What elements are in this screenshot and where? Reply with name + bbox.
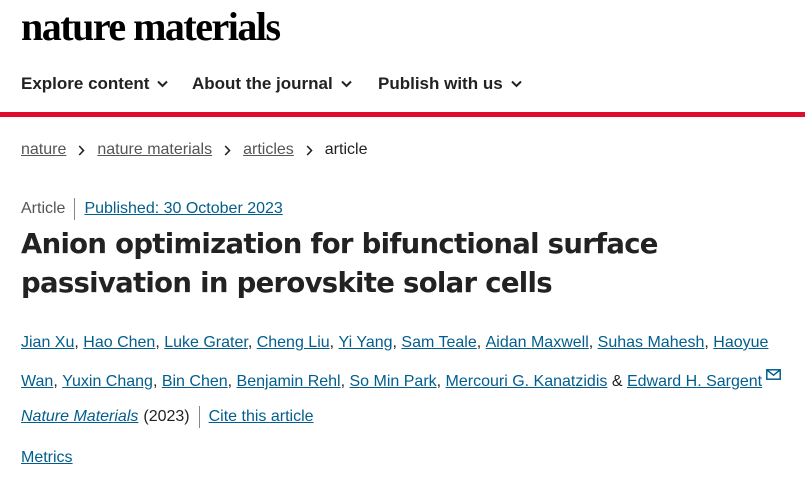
author-separator: ,: [74, 334, 84, 351]
author-item: Suhas Mahesh,: [598, 334, 714, 351]
breadcrumb-nature[interactable]: nature: [21, 141, 66, 159]
author-item: Aidan Maxwell,: [486, 334, 598, 351]
nav-label: Publish with us: [378, 74, 503, 93]
nav-about-journal[interactable]: About the journal: [192, 66, 352, 102]
header-accent-bar: [0, 112, 805, 117]
author-link[interactable]: Jian Xu: [21, 334, 74, 351]
author-link[interactable]: Suhas Mahesh: [598, 334, 705, 351]
author-separator: ,: [227, 373, 237, 390]
breadcrumb-articles[interactable]: articles: [243, 141, 294, 159]
author-link[interactable]: Yi Yang: [339, 334, 393, 351]
nav-label: About the journal: [192, 74, 333, 93]
cite-article-link[interactable]: Cite this article: [209, 408, 314, 426]
author-separator: ,: [155, 334, 165, 351]
author-link[interactable]: Yuxin Chang: [62, 373, 153, 390]
author-item: Jian Xu,: [21, 334, 83, 351]
author-item: Cheng Liu,: [257, 334, 339, 351]
chevron-down-icon: [341, 80, 352, 88]
article-title: Anion optimization for bifunctional surf…: [21, 228, 658, 299]
meta-divider: [74, 198, 76, 220]
chevron-right-icon: [306, 144, 313, 156]
author-separator: ,: [436, 373, 446, 390]
breadcrumb-current: article: [324, 141, 368, 158]
author-separator: ,: [476, 334, 486, 351]
author-item: Luke Grater,: [164, 334, 257, 351]
metrics-section: Metrics: [21, 449, 73, 467]
mail-icon[interactable]: [766, 359, 782, 392]
author-link[interactable]: Bin Chen: [162, 373, 228, 390]
nav-explore-content[interactable]: Explore content: [21, 66, 169, 102]
author-separator: ,: [152, 373, 162, 390]
nav-label: Explore content: [21, 74, 150, 93]
masthead-logo[interactable]: nature materials: [21, 4, 281, 50]
author-separator: ,: [53, 373, 63, 390]
published-date-link[interactable]: Published: 30 October 2023: [84, 200, 282, 218]
author-separator: ,: [588, 334, 598, 351]
author-separator: ,: [340, 373, 350, 390]
author-link[interactable]: So Min Park: [350, 373, 437, 390]
author-link[interactable]: Aidan Maxwell: [486, 334, 589, 351]
breadcrumb-nature-materials[interactable]: nature materials: [97, 141, 212, 159]
author-separator: ,: [329, 334, 339, 351]
author-item: Bin Chen,: [162, 373, 237, 390]
author-link[interactable]: Cheng Liu: [257, 334, 330, 351]
author-last-separator: &: [607, 373, 627, 390]
author-item: Yuxin Chang,: [62, 373, 162, 390]
journal-divider: [198, 406, 200, 428]
author-item: Hao Chen,: [83, 334, 164, 351]
author-link[interactable]: Benjamin Rehl: [237, 373, 341, 390]
author-list: Jian Xu, Hao Chen, Luke Grater, Cheng Li…: [21, 326, 801, 398]
journal-info: Nature Materials (2023) Cite this articl…: [21, 406, 314, 428]
chevron-down-icon: [157, 80, 169, 88]
author-separator: ,: [704, 334, 714, 351]
article-meta: Article Published: 30 October 2023: [21, 198, 283, 220]
author-item: Benjamin Rehl,: [237, 373, 350, 390]
publication-year: (2023): [143, 408, 190, 425]
chevron-right-icon: [78, 144, 85, 156]
author-separator: ,: [247, 334, 257, 351]
main-nav: Explore content About the journal Publis…: [0, 66, 805, 102]
breadcrumb: nature nature materials articles article: [21, 138, 367, 162]
chevron-right-icon: [224, 144, 231, 156]
author-link[interactable]: Mercouri G. Kanatzidis: [446, 373, 608, 390]
author-link[interactable]: Luke Grater: [164, 334, 248, 351]
author-link[interactable]: Hao Chen: [83, 334, 155, 351]
author-item: Edward H. Sargent: [627, 369, 782, 390]
journal-name-link[interactable]: Nature Materials: [21, 408, 138, 426]
chevron-down-icon: [510, 80, 522, 88]
metrics-link[interactable]: Metrics: [21, 449, 73, 466]
article-type: Article: [21, 200, 66, 217]
author-item: So Min Park,: [350, 373, 446, 390]
author-link[interactable]: Sam Teale: [401, 334, 476, 351]
author-item: Mercouri G. Kanatzidis &: [446, 373, 627, 390]
author-link[interactable]: Edward H. Sargent: [627, 373, 762, 390]
author-item: Yi Yang,: [339, 334, 402, 351]
author-item: Sam Teale,: [401, 334, 485, 351]
nav-publish-with-us[interactable]: Publish with us: [378, 66, 522, 102]
